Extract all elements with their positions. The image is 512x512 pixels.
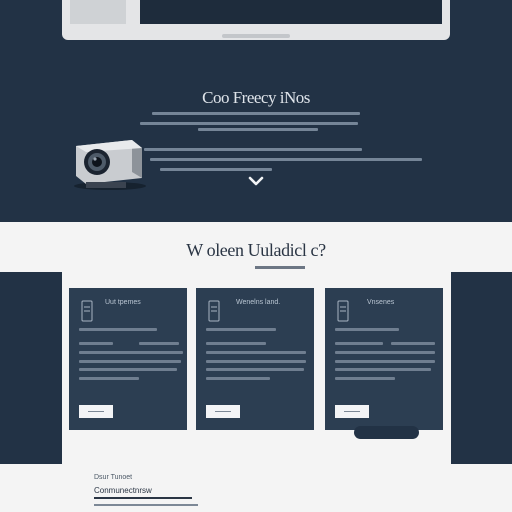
footer-text-line [94,504,198,506]
feature-card-1: Uut tpemes [69,288,187,430]
card-button[interactable] [335,405,369,418]
document-icon [81,300,93,322]
card-title: Uut tpemes [105,299,141,306]
document-icon [337,300,349,322]
laptop-image [62,0,450,40]
card-button[interactable] [206,405,240,418]
laptop-screen-main [140,0,442,24]
cta-button[interactable] [354,426,419,439]
feature-card-2: Wenelns land. [196,288,314,430]
laptop-screen-left [70,0,126,24]
document-icon [208,300,220,322]
section-title: W oleen Uuladicl c? [186,240,326,260]
footer-link[interactable]: Conmunectnrsw [94,486,152,495]
hero-title: Coo Freecy iNos [202,88,310,107]
footer-underline [94,497,192,499]
laptop-hinge [222,34,290,38]
band-right [451,272,512,464]
feature-card-3: Vnsenes [325,288,443,430]
band-left [0,272,62,464]
chevron-down-icon[interactable] [248,175,264,187]
section-subline [255,266,305,269]
camera-icon [74,140,146,190]
card-title: Wenelns land. [236,299,281,306]
footer-label: Dsur Tunoet [94,474,133,481]
card-button[interactable] [79,405,113,418]
card-title: Vnsenes [367,299,395,306]
